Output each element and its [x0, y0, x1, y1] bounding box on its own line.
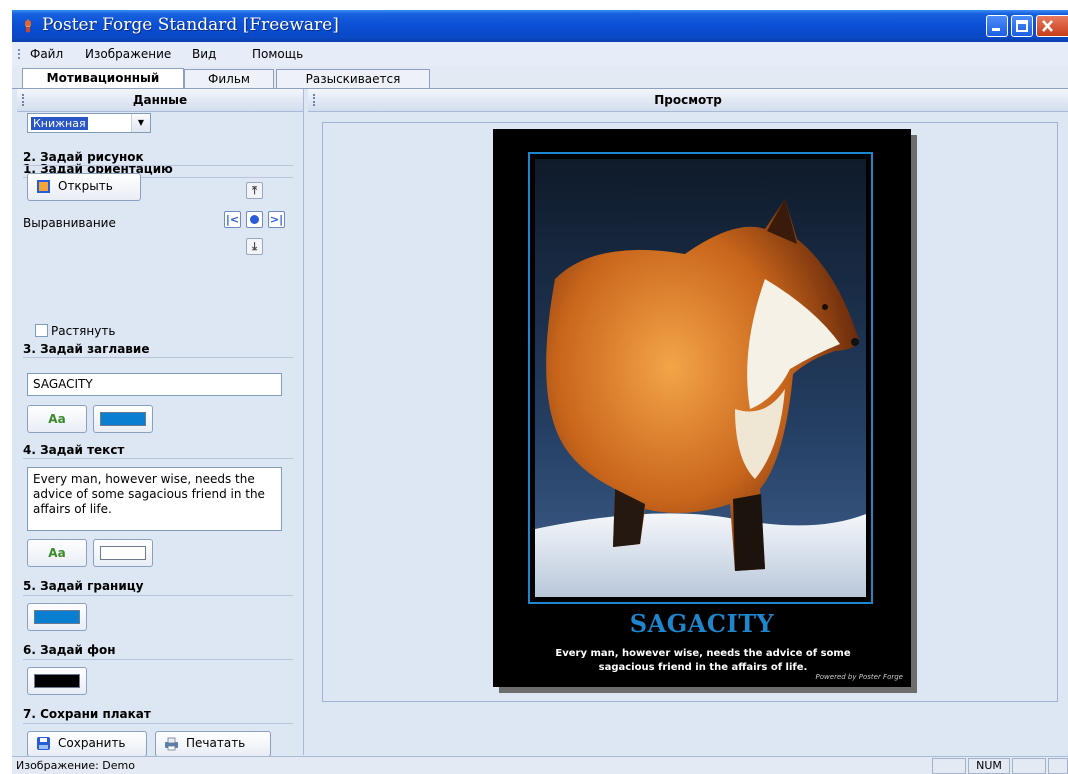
window-title: Poster Forge Standard [Freeware]: [42, 15, 339, 35]
save-section-title: 7. Сохрани плакат: [23, 707, 151, 721]
background-section-title: 6. Задай фон: [23, 643, 116, 657]
poster-photo: [535, 159, 866, 597]
align-center-button[interactable]: [246, 211, 263, 228]
align-right-button[interactable]: >|: [268, 211, 285, 228]
text-font-button[interactable]: Aa: [27, 539, 87, 567]
open-button[interactable]: Открыть: [27, 173, 141, 201]
divider: [23, 357, 293, 358]
open-image-icon: [37, 180, 50, 193]
divider: [23, 595, 293, 596]
menu-help[interactable]: Помощь: [252, 47, 303, 61]
divider: [23, 165, 293, 166]
align-top-icon: ⤒: [252, 184, 257, 197]
orientation-select[interactable]: Книжная ▼: [27, 113, 151, 133]
print-button-label: Печатать: [186, 736, 246, 750]
panel-grip: [313, 94, 315, 106]
maximize-button[interactable]: [1011, 15, 1033, 37]
border-color-button[interactable]: [27, 603, 87, 631]
preview-area: SAGACITY Every man, however wise, needs …: [322, 122, 1058, 702]
tab-motivational[interactable]: Мотивационный: [22, 68, 184, 88]
background-color-swatch: [34, 674, 80, 688]
text-color-swatch: [100, 546, 146, 560]
text-color-button[interactable]: [93, 539, 153, 567]
poster-text: Every man, however wise, needs the advic…: [555, 648, 851, 673]
app-icon: [25, 19, 31, 33]
data-panel-header: Данные: [17, 89, 303, 112]
poster-title: SAGACITY: [629, 609, 775, 638]
data-panel: Данные 1. Задай ориентацию Книжная ▼ 2. …: [17, 89, 304, 757]
image-section-title: 2. Задай рисунок: [23, 150, 144, 164]
num-indicator: NUM: [968, 758, 1010, 774]
align-left-button[interactable]: |<: [224, 211, 241, 228]
status-bar: Изображение: Demo NUM: [12, 756, 1068, 774]
print-button[interactable]: Печатать: [155, 731, 271, 757]
heading-color-button[interactable]: [93, 405, 153, 433]
background-color-button[interactable]: [27, 667, 87, 695]
poster-preview: SAGACITY Every man, however wise, needs …: [493, 129, 911, 687]
fox-image: [535, 159, 866, 597]
save-icon: [37, 737, 50, 750]
tab-movie[interactable]: Фильм: [184, 69, 274, 88]
panel-grip: [22, 94, 24, 106]
stretch-checkbox[interactable]: [35, 324, 48, 337]
title-bar[interactable]: Poster Forge Standard [Freeware]: [12, 10, 1068, 42]
preview-panel: Просмотр SAGACITY Every man, however wis…: [308, 89, 1068, 755]
status-cell: [932, 758, 966, 774]
menu-image[interactable]: Изображение: [85, 47, 171, 61]
save-button[interactable]: Сохранить: [27, 731, 147, 757]
align-left-icon: |<: [225, 213, 240, 226]
status-cell: [1012, 758, 1046, 774]
data-panel-title: Данные: [132, 93, 188, 107]
align-label: Выравнивание: [23, 216, 116, 230]
align-bottom-icon: ⤓: [252, 240, 257, 253]
divider: [23, 659, 293, 660]
save-button-label: Сохранить: [58, 736, 126, 750]
menu-view[interactable]: Вид: [192, 47, 216, 61]
tab-strip: Мотивационный Фильм Разыскивается: [12, 66, 1068, 89]
align-right-icon: >|: [269, 213, 284, 226]
orientation-value: Книжная: [31, 117, 88, 130]
preview-panel-title: Просмотр: [654, 93, 722, 107]
heading-section-title: 3. Задай заглавие: [23, 342, 150, 356]
menu-file[interactable]: Файл: [30, 47, 63, 61]
minimize-button[interactable]: [986, 15, 1008, 37]
close-icon: [1042, 20, 1053, 32]
heading-color-swatch: [100, 412, 146, 426]
menu-bar: Файл Изображение Вид Помощь: [12, 42, 1068, 66]
align-center-icon: [250, 215, 259, 224]
stretch-label[interactable]: Растянуть: [51, 324, 115, 338]
align-bottom-button[interactable]: ⤓: [246, 238, 263, 255]
status-text: Изображение: Demo: [16, 759, 135, 772]
open-button-label: Открыть: [58, 179, 113, 193]
border-section-title: 5. Задай границу: [23, 579, 144, 593]
menu-grip: [18, 49, 22, 59]
app-window: Poster Forge Standard [Freeware] Файл Из…: [12, 10, 1068, 774]
align-top-button[interactable]: ⤒: [246, 182, 263, 199]
close-button[interactable]: [1036, 15, 1068, 37]
divider: [23, 458, 293, 459]
preview-panel-header: Просмотр: [308, 89, 1068, 112]
chevron-down-icon[interactable]: ▼: [131, 114, 150, 132]
poster-credit: Powered by Poster Forge: [815, 673, 903, 681]
resize-grip-icon[interactable]: [1048, 758, 1068, 774]
border-color-swatch: [34, 610, 80, 624]
minimize-icon: [992, 28, 1000, 31]
heading-input[interactable]: SAGACITY: [27, 373, 282, 396]
poster-border: [528, 152, 873, 604]
divider: [23, 723, 293, 724]
maximize-icon: [1016, 20, 1028, 32]
text-input[interactable]: Every man, however wise, needs the advic…: [27, 467, 282, 531]
text-section-title: 4. Задай текст: [23, 443, 125, 457]
heading-font-button[interactable]: Aa: [27, 405, 87, 433]
tab-wanted[interactable]: Разыскивается: [276, 69, 430, 88]
print-icon: [165, 737, 178, 751]
